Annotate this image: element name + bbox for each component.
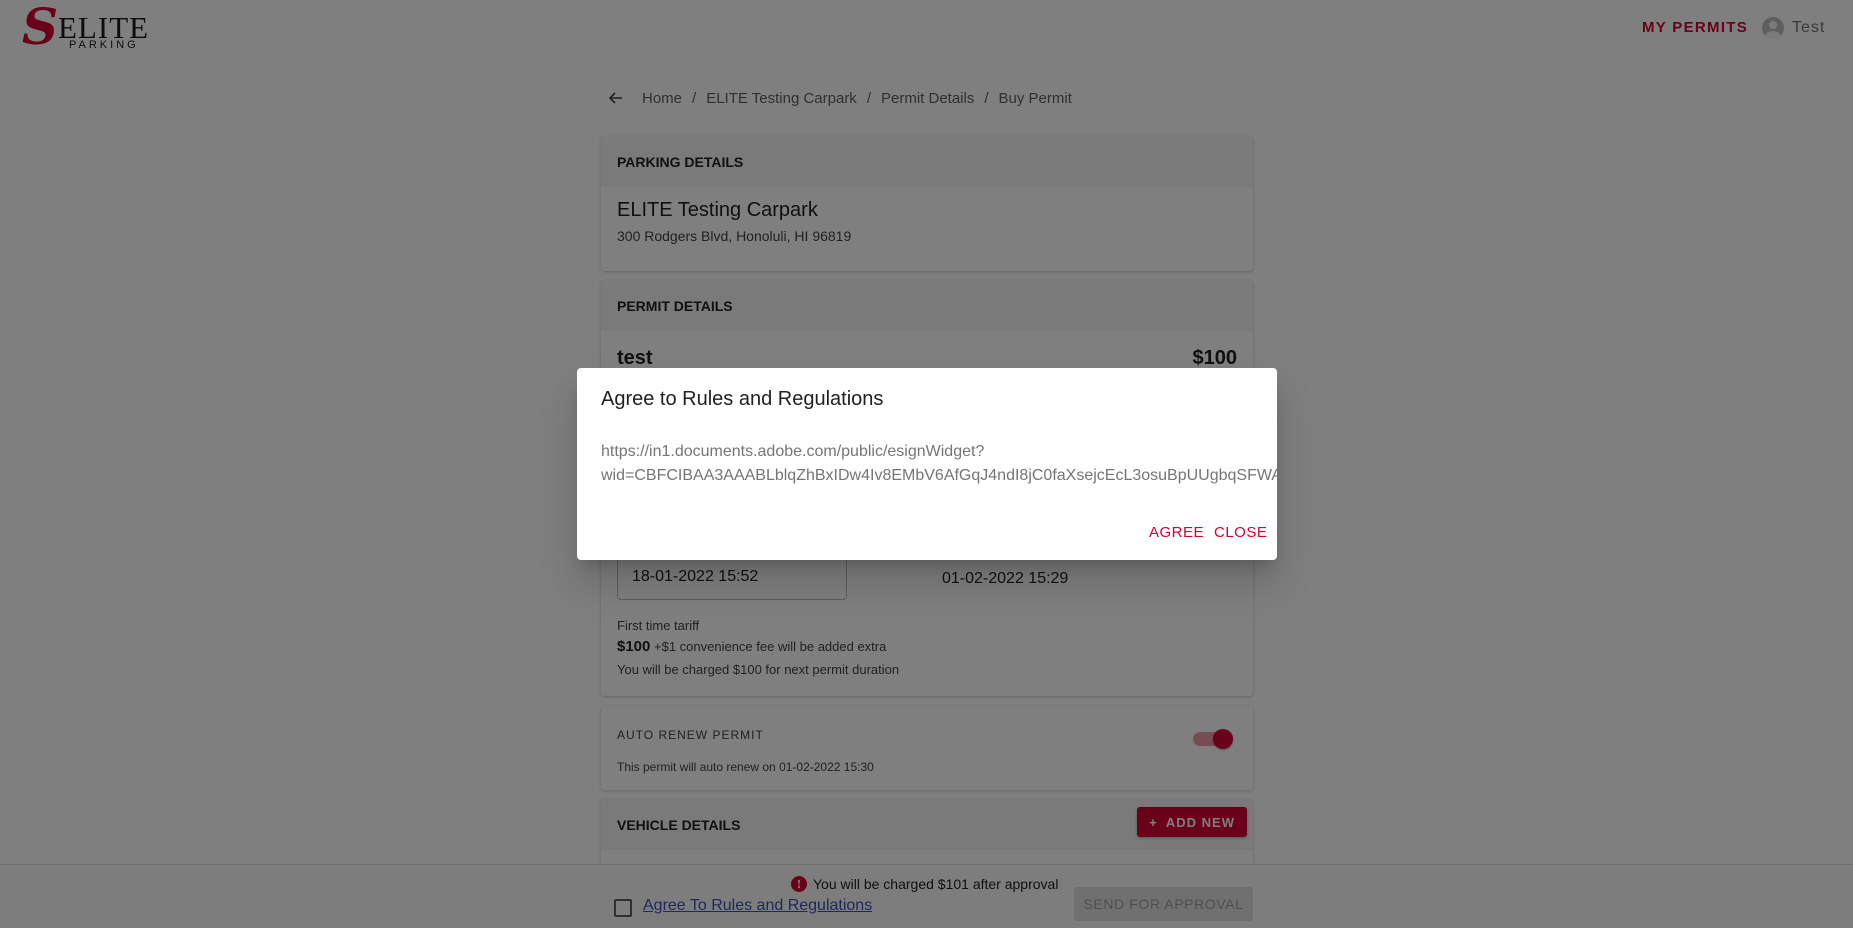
close-button[interactable]: CLOSE bbox=[1214, 524, 1267, 541]
dialog-title: Agree to Rules and Regulations bbox=[601, 388, 884, 410]
agree-button[interactable]: AGREE bbox=[1149, 524, 1204, 541]
rules-dialog: Agree to Rules and Regulations https://i… bbox=[577, 368, 1277, 560]
dialog-url-line-1: https://in1.documents.adobe.com/public/e… bbox=[601, 443, 985, 460]
dialog-url-text: https://in1.documents.adobe.com/public/e… bbox=[601, 440, 1277, 488]
dialog-url-line-2: wid=CBFCIBAA3AAABLblqZhBxIDw4Iv8EMbV6AfG… bbox=[601, 467, 1277, 484]
